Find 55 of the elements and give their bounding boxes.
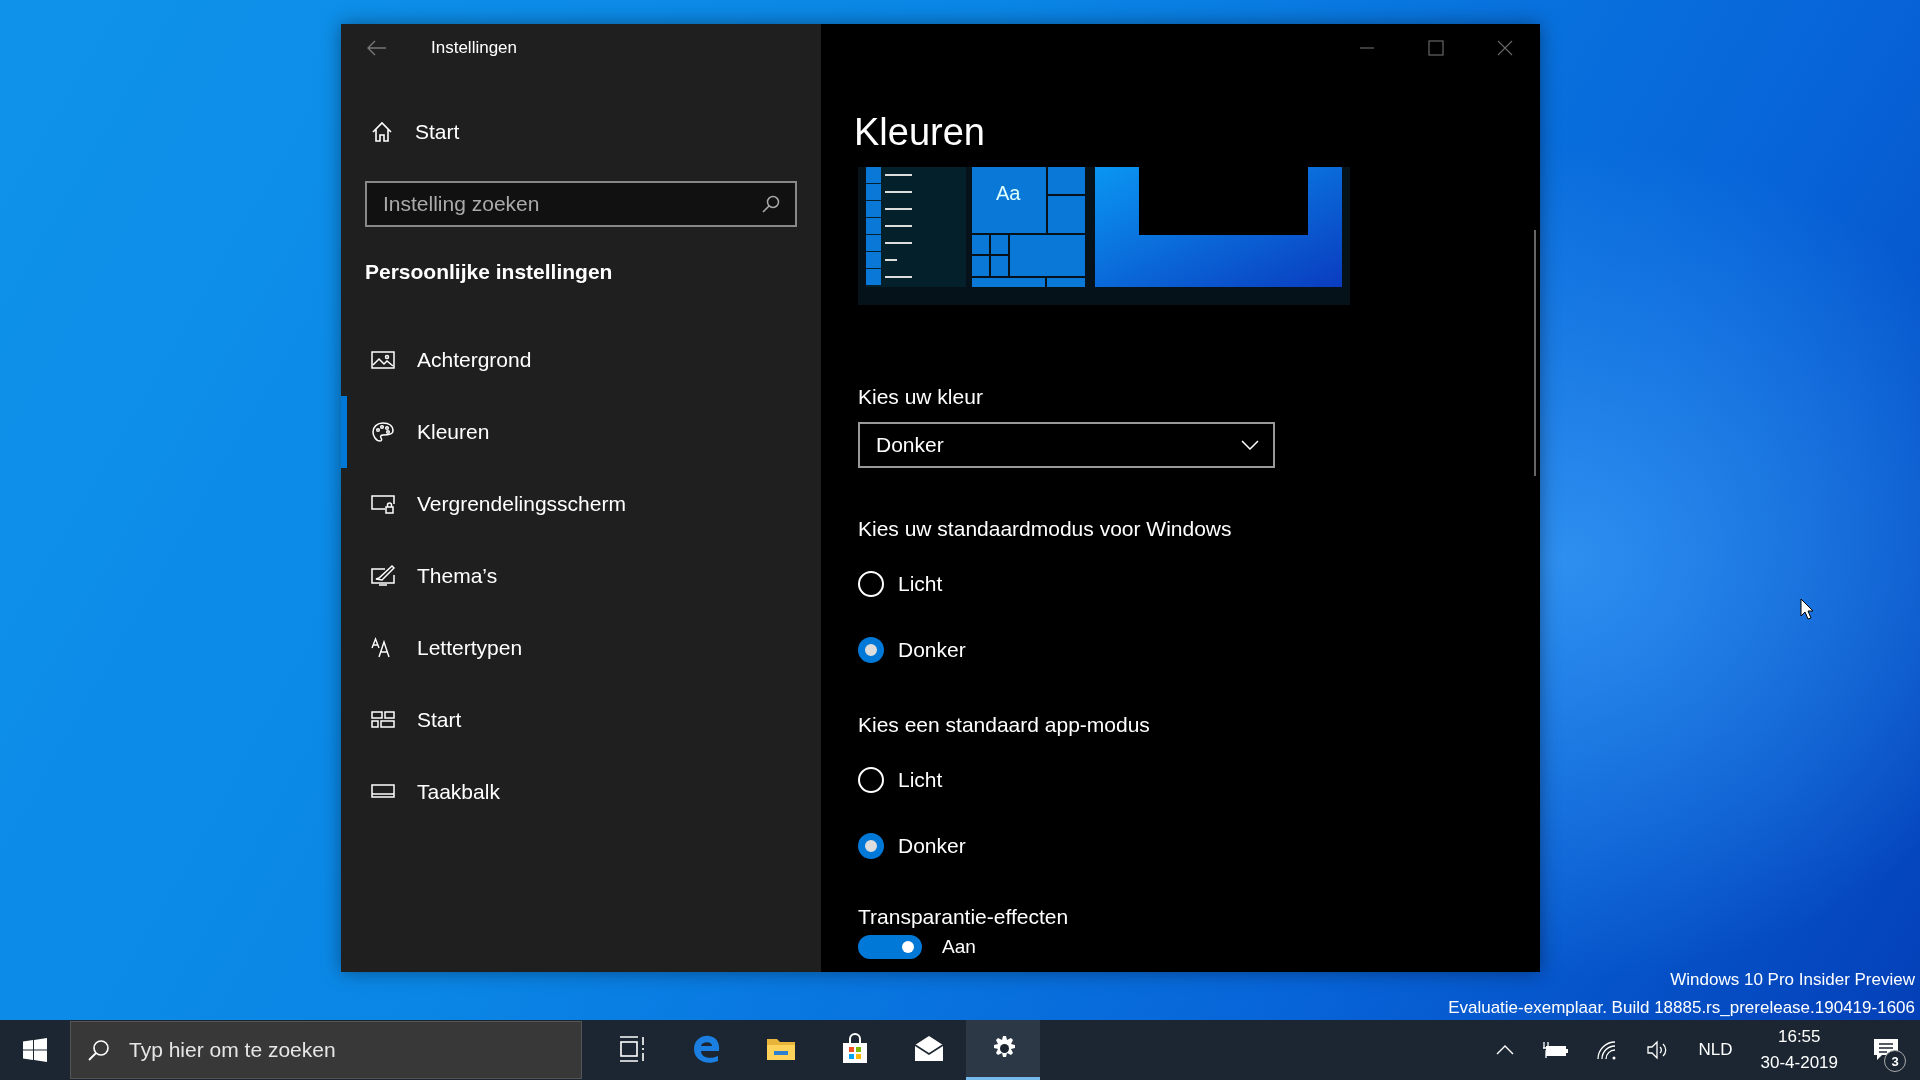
color-dropdown[interactable]: Donker	[858, 422, 1275, 468]
pen-monitor-icon	[371, 565, 395, 587]
page-title: Kleuren	[854, 110, 986, 154]
picture-frame-icon	[371, 349, 395, 371]
radio-option[interactable]: Donker	[858, 617, 1540, 683]
search-field[interactable]: Instelling zoeken	[365, 181, 797, 227]
radio-button[interactable]	[858, 637, 884, 663]
group-label: Kies uw standaardmodus voor Windows	[858, 517, 1233, 541]
chevron-up-icon[interactable]	[1496, 1045, 1515, 1055]
field-label: Kies uw kleur	[858, 385, 984, 409]
back-arrow-icon[interactable]	[367, 40, 387, 56]
radio-label: Donker	[898, 638, 966, 662]
sidebar-item[interactable]: Vergrendelingsscherm	[341, 468, 821, 540]
chevron-down-icon	[1241, 440, 1259, 450]
taskbar-app[interactable]	[966, 1020, 1040, 1080]
action-center-button[interactable]: 3	[1866, 1030, 1906, 1070]
radio-option[interactable]: Licht	[858, 551, 1540, 617]
sidebar-item[interactable]: Start	[341, 684, 821, 756]
home-link[interactable]: Start	[341, 94, 821, 170]
clock[interactable]: 16:55 30-4-2019	[1760, 1024, 1838, 1076]
sidebar-item[interactable]: Thema’s	[341, 540, 821, 612]
radio-option[interactable]: Donker	[858, 813, 1540, 879]
radio-label: Licht	[898, 572, 943, 596]
mouse-pointer-icon	[1800, 598, 1814, 620]
notification-count: 3	[1884, 1050, 1906, 1072]
toggle-state: Aan	[942, 936, 976, 958]
build-notice: Evaluatie-exemplaar. Build 18885.rs_prerelease.190419-1606	[1448, 997, 1915, 1019]
radio-button[interactable]	[858, 833, 884, 859]
toggle-switch[interactable]	[858, 935, 922, 959]
build-notice: Windows 10 Pro Insider Preview	[1669, 969, 1915, 991]
language-indicator[interactable]: NLD	[1698, 1040, 1733, 1060]
palette-icon	[371, 421, 395, 443]
clock-date: 30-4-2019	[1760, 1052, 1838, 1074]
taskbar-search-field[interactable]: Typ hier om te zoeken	[70, 1021, 582, 1079]
sidebar-item[interactable]: Achtergrond	[341, 324, 821, 396]
group-label: Kies een standaard app-modus	[858, 713, 1151, 737]
window-title: Instellingen	[431, 38, 517, 58]
radio-label: Donker	[898, 834, 966, 858]
search-icon	[761, 194, 781, 214]
home-icon	[371, 121, 393, 143]
search-icon	[88, 1039, 110, 1061]
close-icon[interactable]	[1497, 40, 1513, 56]
monitor-lock-icon	[371, 493, 395, 515]
clock-time: 16:55	[1777, 1026, 1821, 1048]
radio-option[interactable]: Licht	[858, 747, 1540, 813]
battery-icon[interactable]	[1542, 1042, 1569, 1058]
tiles-icon	[371, 709, 395, 731]
section-heading: Persoonlijke instellingen	[365, 260, 614, 284]
sidebar-item[interactable]: Lettertypen	[341, 612, 821, 684]
windows-logo-icon	[23, 1038, 47, 1062]
toggle-label: Transparantie-effecten	[858, 905, 1070, 929]
preview-text: Aa	[996, 182, 1021, 204]
radio-label: Licht	[898, 768, 943, 792]
sidebar-item[interactable]: Taakbalk	[341, 756, 821, 828]
scrollbar[interactable]	[1534, 230, 1536, 476]
